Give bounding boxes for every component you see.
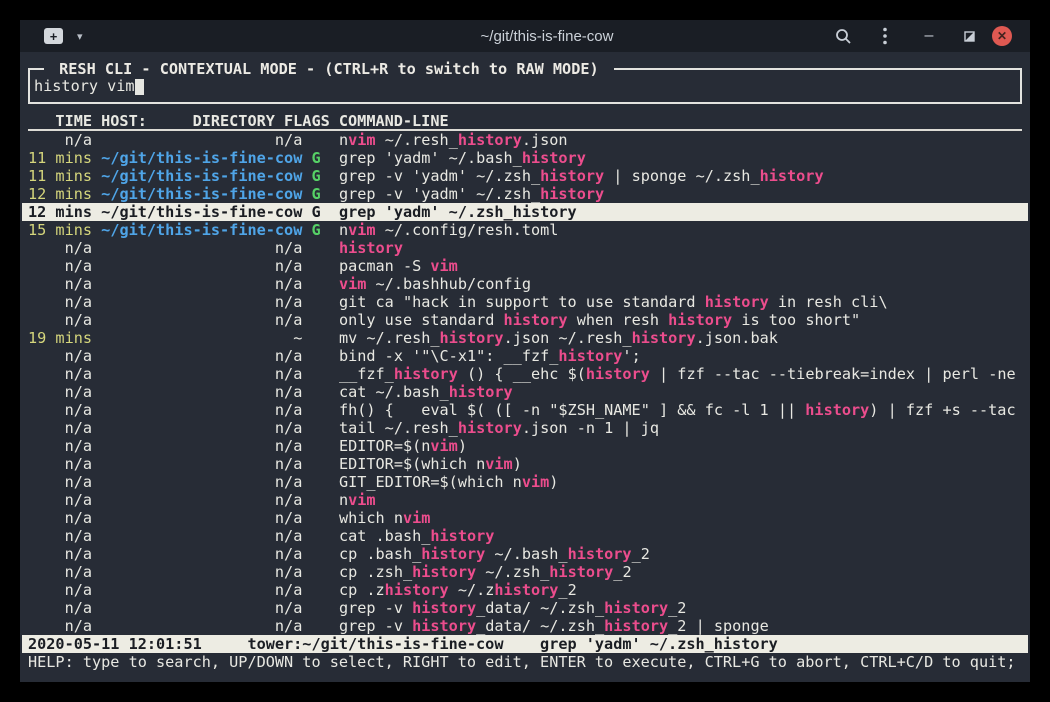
history-row[interactable]: n/a n/a nvim ~/.resh_history.json bbox=[28, 131, 1022, 149]
history-row-selected[interactable]: 12 mins ~/git/this-is-fine-cow G grep 'y… bbox=[22, 203, 1028, 221]
chevron-down-icon[interactable]: ▾ bbox=[77, 30, 83, 43]
history-row[interactable]: n/a n/a pacman -S vim bbox=[28, 257, 1022, 275]
history-row[interactable]: n/a n/a git ca "hack in support to use s… bbox=[28, 293, 1022, 311]
history-row[interactable]: 12 mins ~/git/this-is-fine-cow G grep -v… bbox=[28, 185, 1022, 203]
text-cursor bbox=[135, 79, 144, 95]
history-row[interactable]: n/a n/a cp .bash_history ~/.bash_history… bbox=[28, 545, 1022, 563]
resh-search-box: RESH CLI - CONTEXTUAL MODE - (CTRL+R to … bbox=[28, 68, 1022, 104]
screenshot: + ▾ ~/git/this-is-fine-cow bbox=[0, 0, 1050, 702]
history-row[interactable]: n/a n/a vim ~/.bashhub/config bbox=[28, 275, 1022, 293]
help-bar: HELP: type to search, UP/DOWN to select,… bbox=[28, 653, 1022, 671]
terminal-window: + ▾ ~/git/this-is-fine-cow bbox=[20, 20, 1030, 682]
restore-button[interactable] bbox=[956, 23, 982, 49]
minimize-icon: – bbox=[925, 31, 934, 41]
history-row[interactable]: n/a n/a cat ~/.bash_history bbox=[28, 383, 1022, 401]
history-row[interactable]: n/a n/a EDITOR=$(which nvim) bbox=[28, 455, 1022, 473]
history-row[interactable]: n/a n/a bind -x '"\C-x1": __fzf_history'… bbox=[28, 347, 1022, 365]
titlebar: + ▾ ~/git/this-is-fine-cow bbox=[20, 20, 1030, 52]
kebab-menu-icon bbox=[883, 27, 887, 45]
window-title: ~/git/this-is-fine-cow bbox=[264, 28, 830, 45]
search-input[interactable]: history vim bbox=[34, 77, 1016, 95]
new-tab-button[interactable]: + bbox=[44, 28, 63, 44]
resh-mode-label: RESH CLI - CONTEXTUAL MODE - (CTRL+R to … bbox=[44, 60, 614, 78]
history-row[interactable]: n/a n/a GIT_EDITOR=$(which nvim) bbox=[28, 473, 1022, 491]
close-button[interactable]: ✕ bbox=[992, 26, 1012, 46]
plus-icon: + bbox=[50, 30, 58, 43]
table-header: TIME HOST: DIRECTORY FLAGS COMMAND-LINE bbox=[28, 113, 1022, 131]
minimize-button[interactable]: – bbox=[916, 23, 942, 49]
history-row[interactable]: n/a n/a cp .zhistory ~/.zhistory_2 bbox=[28, 581, 1022, 599]
history-row[interactable]: n/a n/a tail ~/.resh_history.json -n 1 |… bbox=[28, 419, 1022, 437]
search-query-text: history vim bbox=[34, 77, 135, 95]
search-icon bbox=[835, 28, 852, 45]
history-row[interactable]: n/a n/a fh() { eval $( ([ -n "$ZSH_NAME"… bbox=[28, 401, 1022, 419]
history-row[interactable]: 15 mins ~/git/this-is-fine-cow G nvim ~/… bbox=[28, 221, 1022, 239]
history-table-body: n/a n/a nvim ~/.resh_history.json11 mins… bbox=[28, 131, 1022, 635]
terminal-content: RESH CLI - CONTEXTUAL MODE - (CTRL+R to … bbox=[20, 52, 1030, 682]
history-row[interactable]: n/a n/a nvim bbox=[28, 491, 1022, 509]
menu-button[interactable] bbox=[872, 23, 898, 49]
history-row[interactable]: 19 mins ~ mv ~/.resh_history.json ~/.res… bbox=[28, 329, 1022, 347]
history-row[interactable]: n/a n/a cat .bash_history bbox=[28, 527, 1022, 545]
history-row[interactable]: 11 mins ~/git/this-is-fine-cow G grep 'y… bbox=[28, 149, 1022, 167]
history-row[interactable]: n/a n/a only use standard history when r… bbox=[28, 311, 1022, 329]
restore-icon bbox=[964, 31, 975, 42]
history-row[interactable]: n/a n/a EDITOR=$(nvim) bbox=[28, 437, 1022, 455]
search-button[interactable] bbox=[830, 23, 856, 49]
history-row[interactable]: n/a n/a grep -v history_data/ ~/.zsh_his… bbox=[28, 599, 1022, 617]
history-row[interactable]: n/a n/a which nvim bbox=[28, 509, 1022, 527]
close-icon: ✕ bbox=[997, 29, 1007, 43]
status-bar: 2020-05-11 12:01:51 tower:~/git/this-is-… bbox=[22, 635, 1028, 653]
history-row[interactable]: n/a n/a __fzf_history () { __ehc $(histo… bbox=[28, 365, 1022, 383]
history-row[interactable]: n/a n/a cp .zsh_history ~/.zsh_history_2 bbox=[28, 563, 1022, 581]
history-row[interactable]: 11 mins ~/git/this-is-fine-cow G grep -v… bbox=[28, 167, 1022, 185]
history-row[interactable]: n/a n/a history bbox=[28, 239, 1022, 257]
history-row[interactable]: n/a n/a grep -v history_data/ ~/.zsh_his… bbox=[28, 617, 1022, 635]
